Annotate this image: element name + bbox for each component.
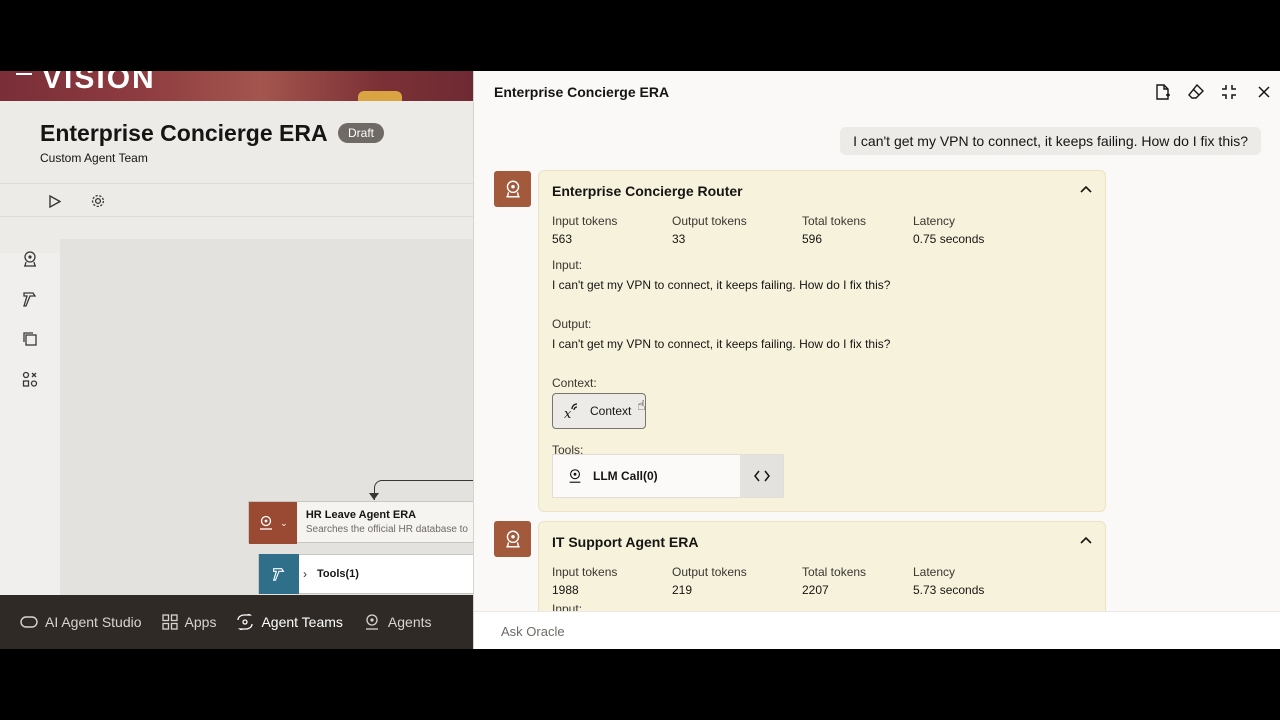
metric-output-tokens: Output tokens 219 <box>672 565 747 597</box>
metric-input-tokens: Input tokens 563 <box>552 214 618 246</box>
agent-icon <box>365 614 378 630</box>
agent-teams-icon <box>237 614 254 630</box>
tools-node[interactable]: › Tools(1) <box>258 554 473 594</box>
input-label: Input: <box>552 602 583 611</box>
collapse-icon[interactable] <box>1218 81 1240 103</box>
ask-placeholder: Ask Oracle <box>501 624 565 639</box>
metric-latency: Latency 0.75 seconds <box>913 214 985 246</box>
flow-connector <box>374 480 473 500</box>
page-subtitle: Custom Agent Team <box>40 151 148 165</box>
metric-latency: Latency 5.73 seconds <box>913 565 985 597</box>
agent-node-description: Searches the official HR database to <box>305 524 468 535</box>
screen: VISION Enterprise Concierge ERA Draft Cu… <box>0 71 1280 649</box>
hammer-icon <box>259 554 299 594</box>
code-icon[interactable] <box>740 455 783 497</box>
conversation[interactable]: I can't get my VPN to connect, it keeps … <box>474 113 1280 611</box>
app-logo: VISION <box>42 71 156 95</box>
menu-icon[interactable] <box>16 73 32 75</box>
metric-output-tokens: Output tokens 33 <box>672 214 747 246</box>
eraser-icon[interactable] <box>1185 81 1207 103</box>
drawer-title: Enterprise Concierge ERA <box>494 84 670 100</box>
nav-item-agent-teams[interactable]: Agent Teams <box>236 614 343 630</box>
document-add-icon[interactable] <box>1152 81 1174 103</box>
metric-total-tokens: Total tokens 596 <box>802 214 867 246</box>
nav-item-apps[interactable]: Apps <box>161 614 217 630</box>
agent-icon <box>569 469 581 483</box>
agent-avatar-icon <box>494 521 531 557</box>
bottom-navigation: AI Agent Studio Apps Agent Teams Agents <box>0 595 473 649</box>
agent-avatar-icon <box>494 171 531 207</box>
user-message: I can't get my VPN to connect, it keeps … <box>840 127 1261 155</box>
tool-llm-call-button[interactable]: LLM Call(0) <box>553 468 740 484</box>
tools-node-label: Tools(1) <box>317 568 359 580</box>
chat-drawer: Enterprise Concierge ERA I can't get my … <box>473 71 1280 649</box>
context-button-label: Context <box>590 404 632 418</box>
tool-llm-call: LLM Call(0) <box>552 454 784 498</box>
chevron-up-icon[interactable] <box>1077 531 1095 549</box>
agent-node-icon: ⌄ <box>249 502 297 544</box>
chevron-down-icon[interactable]: ⌄ <box>280 518 288 529</box>
trace-card-router: Enterprise Concierge Router Input tokens… <box>538 170 1106 512</box>
agent-node[interactable]: ⌄ HR Leave Agent ERA Searches the offici… <box>248 501 473 544</box>
apps-grid-icon <box>161 614 178 630</box>
brand-banner: VISION <box>0 71 473 101</box>
drawer-header: Enterprise Concierge ERA <box>474 71 1280 113</box>
canvas-toolbar <box>0 183 473 217</box>
card-title: IT Support Agent ERA <box>552 534 699 550</box>
agent-node-title: HR Leave Agent ERA <box>305 509 417 521</box>
nav-label: Apps <box>184 614 217 630</box>
chevron-up-icon[interactable] <box>1077 180 1095 198</box>
nav-item-ai-agent-studio[interactable]: AI Agent Studio <box>20 614 142 630</box>
studio-icon <box>20 616 38 628</box>
input-label: Input: <box>552 258 583 272</box>
flow-arrow-icon <box>369 493 379 500</box>
flow-canvas[interactable] <box>60 239 473 599</box>
metric-total-tokens: Total tokens 2207 <box>802 565 867 597</box>
variable-context-icon: x <box>564 403 578 419</box>
hammer-icon[interactable] <box>20 289 40 309</box>
components-icon[interactable] <box>20 369 40 389</box>
output-label: Output: <box>552 317 592 331</box>
agent-icon[interactable] <box>20 249 40 269</box>
context-label: Context: <box>552 376 597 390</box>
tool-label: LLM Call(0) <box>593 469 658 483</box>
banner-decoration <box>358 91 402 101</box>
metric-input-tokens: Input tokens 1988 <box>552 565 618 597</box>
close-icon[interactable] <box>1253 81 1275 103</box>
background-app: VISION Enterprise Concierge ERA Draft Cu… <box>0 71 473 649</box>
context-button[interactable]: x Context <box>552 393 646 429</box>
page-title: Enterprise Concierge ERA <box>40 120 328 146</box>
svg-text:x: x <box>564 407 572 419</box>
settings-gear-icon[interactable] <box>89 192 107 210</box>
input-text: I can't get my VPN to connect, it keeps … <box>552 278 891 292</box>
nav-label: Agents <box>387 614 432 630</box>
mouse-cursor-icon: ☝ <box>637 397 646 413</box>
chevron-right-icon[interactable]: › <box>299 567 311 581</box>
ask-oracle-input[interactable]: Ask Oracle <box>474 611 1280 649</box>
nav-item-agents[interactable]: Agents <box>363 613 432 631</box>
play-icon[interactable] <box>46 192 64 210</box>
trace-card-it-support: IT Support Agent ERA Input tokens 1988 O… <box>538 521 1106 611</box>
output-text: I can't get my VPN to connect, it keeps … <box>552 337 891 351</box>
status-badge: Draft <box>338 123 385 143</box>
nav-label: Agent Teams <box>261 614 343 630</box>
copy-layers-icon[interactable] <box>20 329 40 349</box>
card-title: Enterprise Concierge Router <box>552 183 743 199</box>
nav-label: AI Agent Studio <box>45 614 142 630</box>
